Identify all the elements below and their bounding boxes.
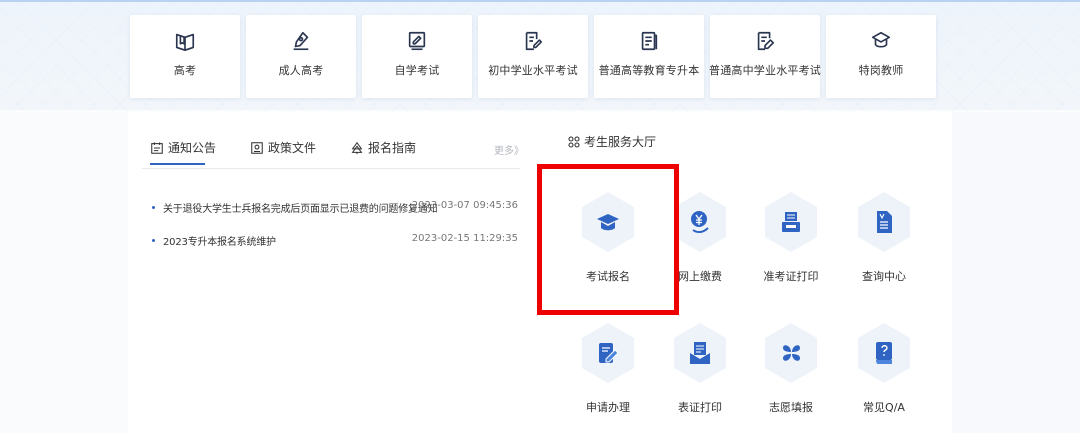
notice-title: 2023专升本报名系统维护: [163, 237, 276, 248]
search-doc-icon: [877, 211, 892, 233]
category-label: 初中学业水平考试: [488, 64, 578, 77]
hex-tile: [674, 192, 726, 252]
notice-time: 2023-03-07 09:45:36: [411, 200, 518, 211]
left-margin: [0, 112, 128, 433]
service-query-center[interactable]: 查询中心: [839, 192, 929, 284]
service-label: 申请办理: [586, 401, 630, 414]
service-label: 志愿填报: [769, 401, 813, 414]
page: 高考 成人高考 自学考试 初中学业水平考试 普通高等教育专升本 普通高中学业水平…: [0, 0, 1080, 433]
service-form-print[interactable]: 表证打印: [655, 323, 745, 415]
pen-nib-icon: [293, 31, 309, 51]
tab-policies[interactable]: 政策文件: [250, 139, 316, 156]
tablet-edit-icon: [408, 31, 426, 51]
category-self-study[interactable]: 自学考试: [362, 15, 472, 98]
hex-tile: [765, 323, 817, 383]
hex-tile: [765, 192, 817, 252]
policy-doc-icon: [251, 141, 263, 154]
doc-pen-icon: [525, 31, 543, 51]
list-item[interactable]: 2023专升本报名系统维护 2023-02-15 11:29:35: [152, 233, 522, 266]
tab-label: 报名指南: [368, 141, 417, 155]
service-hall-title: 考生服务大厅: [584, 135, 657, 149]
service-volunteer-filling[interactable]: 志愿填报: [746, 323, 836, 415]
list-item[interactable]: 关于退役大学生士兵报名完成后页面显示已退费的问题修复通知 2023-03-07 …: [152, 200, 522, 233]
grid-icon: [568, 135, 580, 148]
hex-tile: [858, 192, 910, 252]
category-label: 普通高中学业水平考试: [709, 64, 821, 77]
tab-notices[interactable]: 通知公告: [150, 139, 216, 156]
notice-tabs: 通知公告 政策文件 报名指南: [150, 139, 450, 156]
tabs-divider: [142, 168, 520, 169]
category-upgrade-exam[interactable]: 普通高等教育专升本: [594, 15, 704, 98]
service-faq[interactable]: 常见Q/A: [839, 323, 929, 415]
service-label: 准考证打印: [763, 270, 819, 283]
category-nav: 高考 成人高考 自学考试 初中学业水平考试 普通高等教育专升本 普通高中学业水平…: [130, 15, 936, 98]
tab-guide[interactable]: 报名指南: [350, 139, 416, 156]
form-print-icon: [690, 342, 710, 364]
service-hall-heading: 考生服务大厅: [568, 133, 656, 150]
bullet-icon: [152, 206, 155, 209]
service-label: 网上缴费: [678, 270, 722, 283]
notice-time: 2023-02-15 11:29:35: [411, 233, 518, 244]
yuan-coin-icon: [691, 211, 709, 234]
category-label: 自学考试: [394, 64, 440, 77]
book-icon: [175, 33, 195, 51]
notice-board-icon: [151, 141, 163, 154]
more-link[interactable]: 更多》: [494, 142, 524, 157]
notice-title: 关于退役大学生士兵报名完成后页面显示已退费的问题修复通知: [163, 204, 438, 215]
category-special-teacher[interactable]: 特岗教师: [826, 15, 936, 98]
service-label: 表证打印: [678, 401, 722, 414]
active-tab-indicator: [150, 163, 205, 165]
clover-icon: [783, 345, 800, 361]
hex-tile: [582, 323, 634, 383]
category-label: 特岗教师: [858, 64, 904, 77]
category-junior-exam[interactable]: 初中学业水平考试: [478, 15, 588, 98]
help-book-icon: [876, 342, 892, 364]
doc-lines-icon: [641, 31, 658, 51]
guide-tree-icon: [351, 141, 363, 154]
right-margin: [952, 112, 1080, 433]
highlight-annotation: [537, 164, 679, 315]
service-application[interactable]: 申请办理: [563, 323, 653, 415]
notice-list: 关于退役大学生士兵报名完成后页面显示已退费的问题修复通知 2023-03-07 …: [152, 200, 522, 266]
category-high-school-exam[interactable]: 普通高中学业水平考试: [709, 15, 821, 98]
category-adult-exam[interactable]: 成人高考: [246, 15, 356, 98]
category-gaokao[interactable]: 高考: [130, 15, 240, 98]
printer-icon: [782, 212, 800, 232]
graduation-cap-icon: [871, 31, 891, 48]
bullet-icon: [152, 239, 155, 242]
category-label: 高考: [173, 64, 197, 77]
apply-pen-icon: [599, 343, 619, 363]
service-label: 常见Q/A: [863, 401, 905, 414]
hex-tile: [674, 323, 726, 383]
tab-label: 通知公告: [168, 141, 217, 155]
category-label: 成人高考: [278, 64, 324, 77]
service-admission-print[interactable]: 准考证打印: [746, 192, 836, 284]
doc-edit-icon: [757, 31, 775, 51]
hex-tile: [858, 323, 910, 383]
category-label: 普通高等教育专升本: [598, 64, 700, 77]
tab-label: 政策文件: [268, 141, 317, 155]
service-label: 查询中心: [862, 270, 906, 283]
